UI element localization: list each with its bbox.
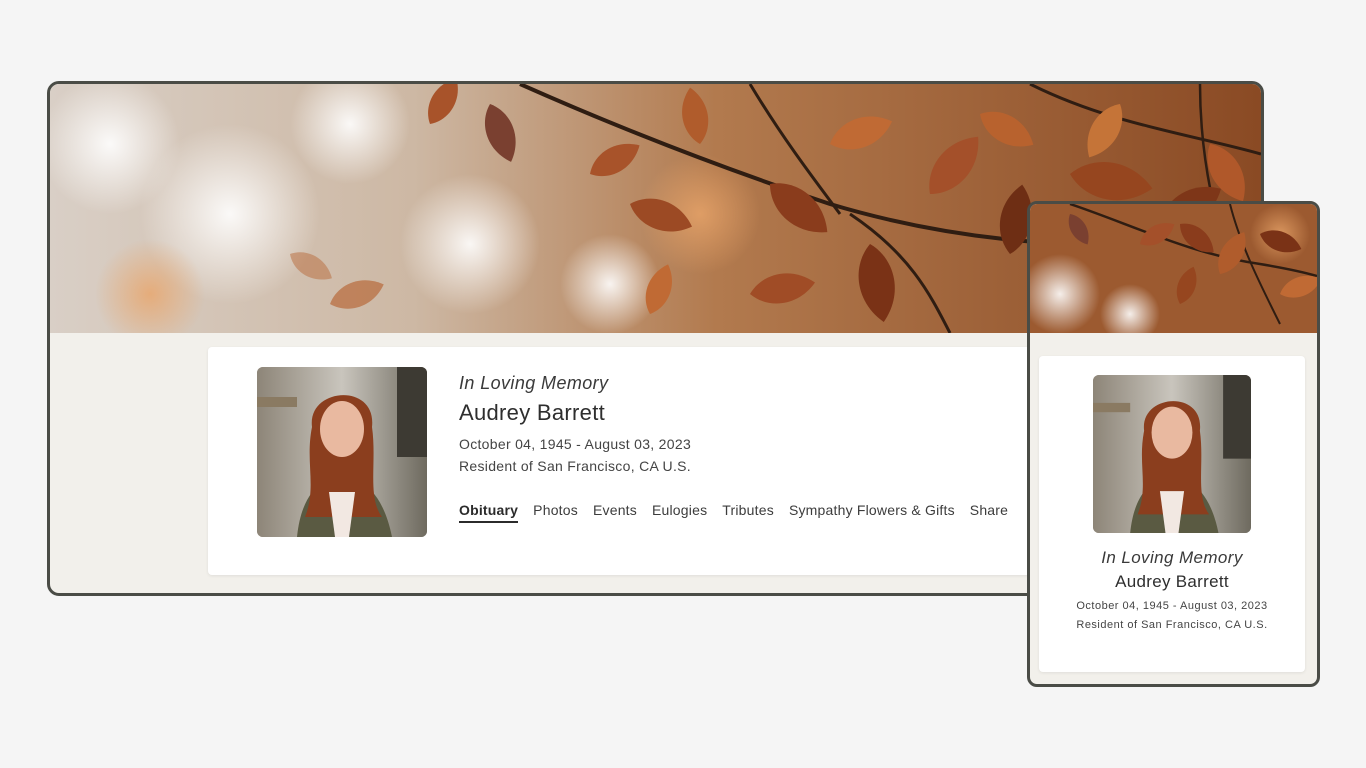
tab-sympathy-flowers-gifts[interactable]: Sympathy Flowers & Gifts <box>789 502 955 523</box>
stage: In Loving Memory Audrey Barrett October … <box>0 0 1366 768</box>
mobile-frame: In Loving Memory Audrey Barrett October … <box>1027 201 1320 687</box>
memorial-tabs: Obituary Photos Events Eulogies Tributes… <box>459 502 1023 523</box>
memorial-tagline: In Loving Memory <box>459 373 609 393</box>
deceased-name: Audrey Barrett <box>459 400 606 425</box>
life-dates: October 04, 1945 - August 03, 2023 <box>459 436 692 452</box>
tab-photos[interactable]: Photos <box>533 502 578 523</box>
residence: Resident of San Francisco, CA U.S. <box>459 458 691 474</box>
mobile-banner-image <box>1030 204 1317 333</box>
memorial-info: In Loving Memory Audrey Barrett October … <box>459 373 691 474</box>
mobile-memorial-info: In Loving Memory Audrey Barrett October … <box>1039 548 1305 631</box>
tab-obituary[interactable]: Obituary <box>459 502 519 523</box>
mobile-portrait-photo <box>1093 375 1251 533</box>
mobile-memorial-tagline: In Loving Memory <box>1101 548 1243 567</box>
tab-tributes[interactable]: Tributes <box>722 502 774 523</box>
tab-eulogies[interactable]: Eulogies <box>652 502 707 523</box>
mobile-memorial-card: In Loving Memory Audrey Barrett October … <box>1039 356 1305 672</box>
mobile-deceased-name: Audrey Barrett <box>1115 572 1229 591</box>
memorial-card: In Loving Memory Audrey Barrett October … <box>208 347 1088 575</box>
mobile-life-dates: October 04, 1945 - August 03, 2023 <box>1076 600 1268 612</box>
tab-share[interactable]: Share <box>970 502 1008 523</box>
mobile-residence: Resident of San Francisco, CA U.S. <box>1076 619 1268 631</box>
portrait-photo <box>257 367 427 537</box>
tab-events[interactable]: Events <box>593 502 637 523</box>
